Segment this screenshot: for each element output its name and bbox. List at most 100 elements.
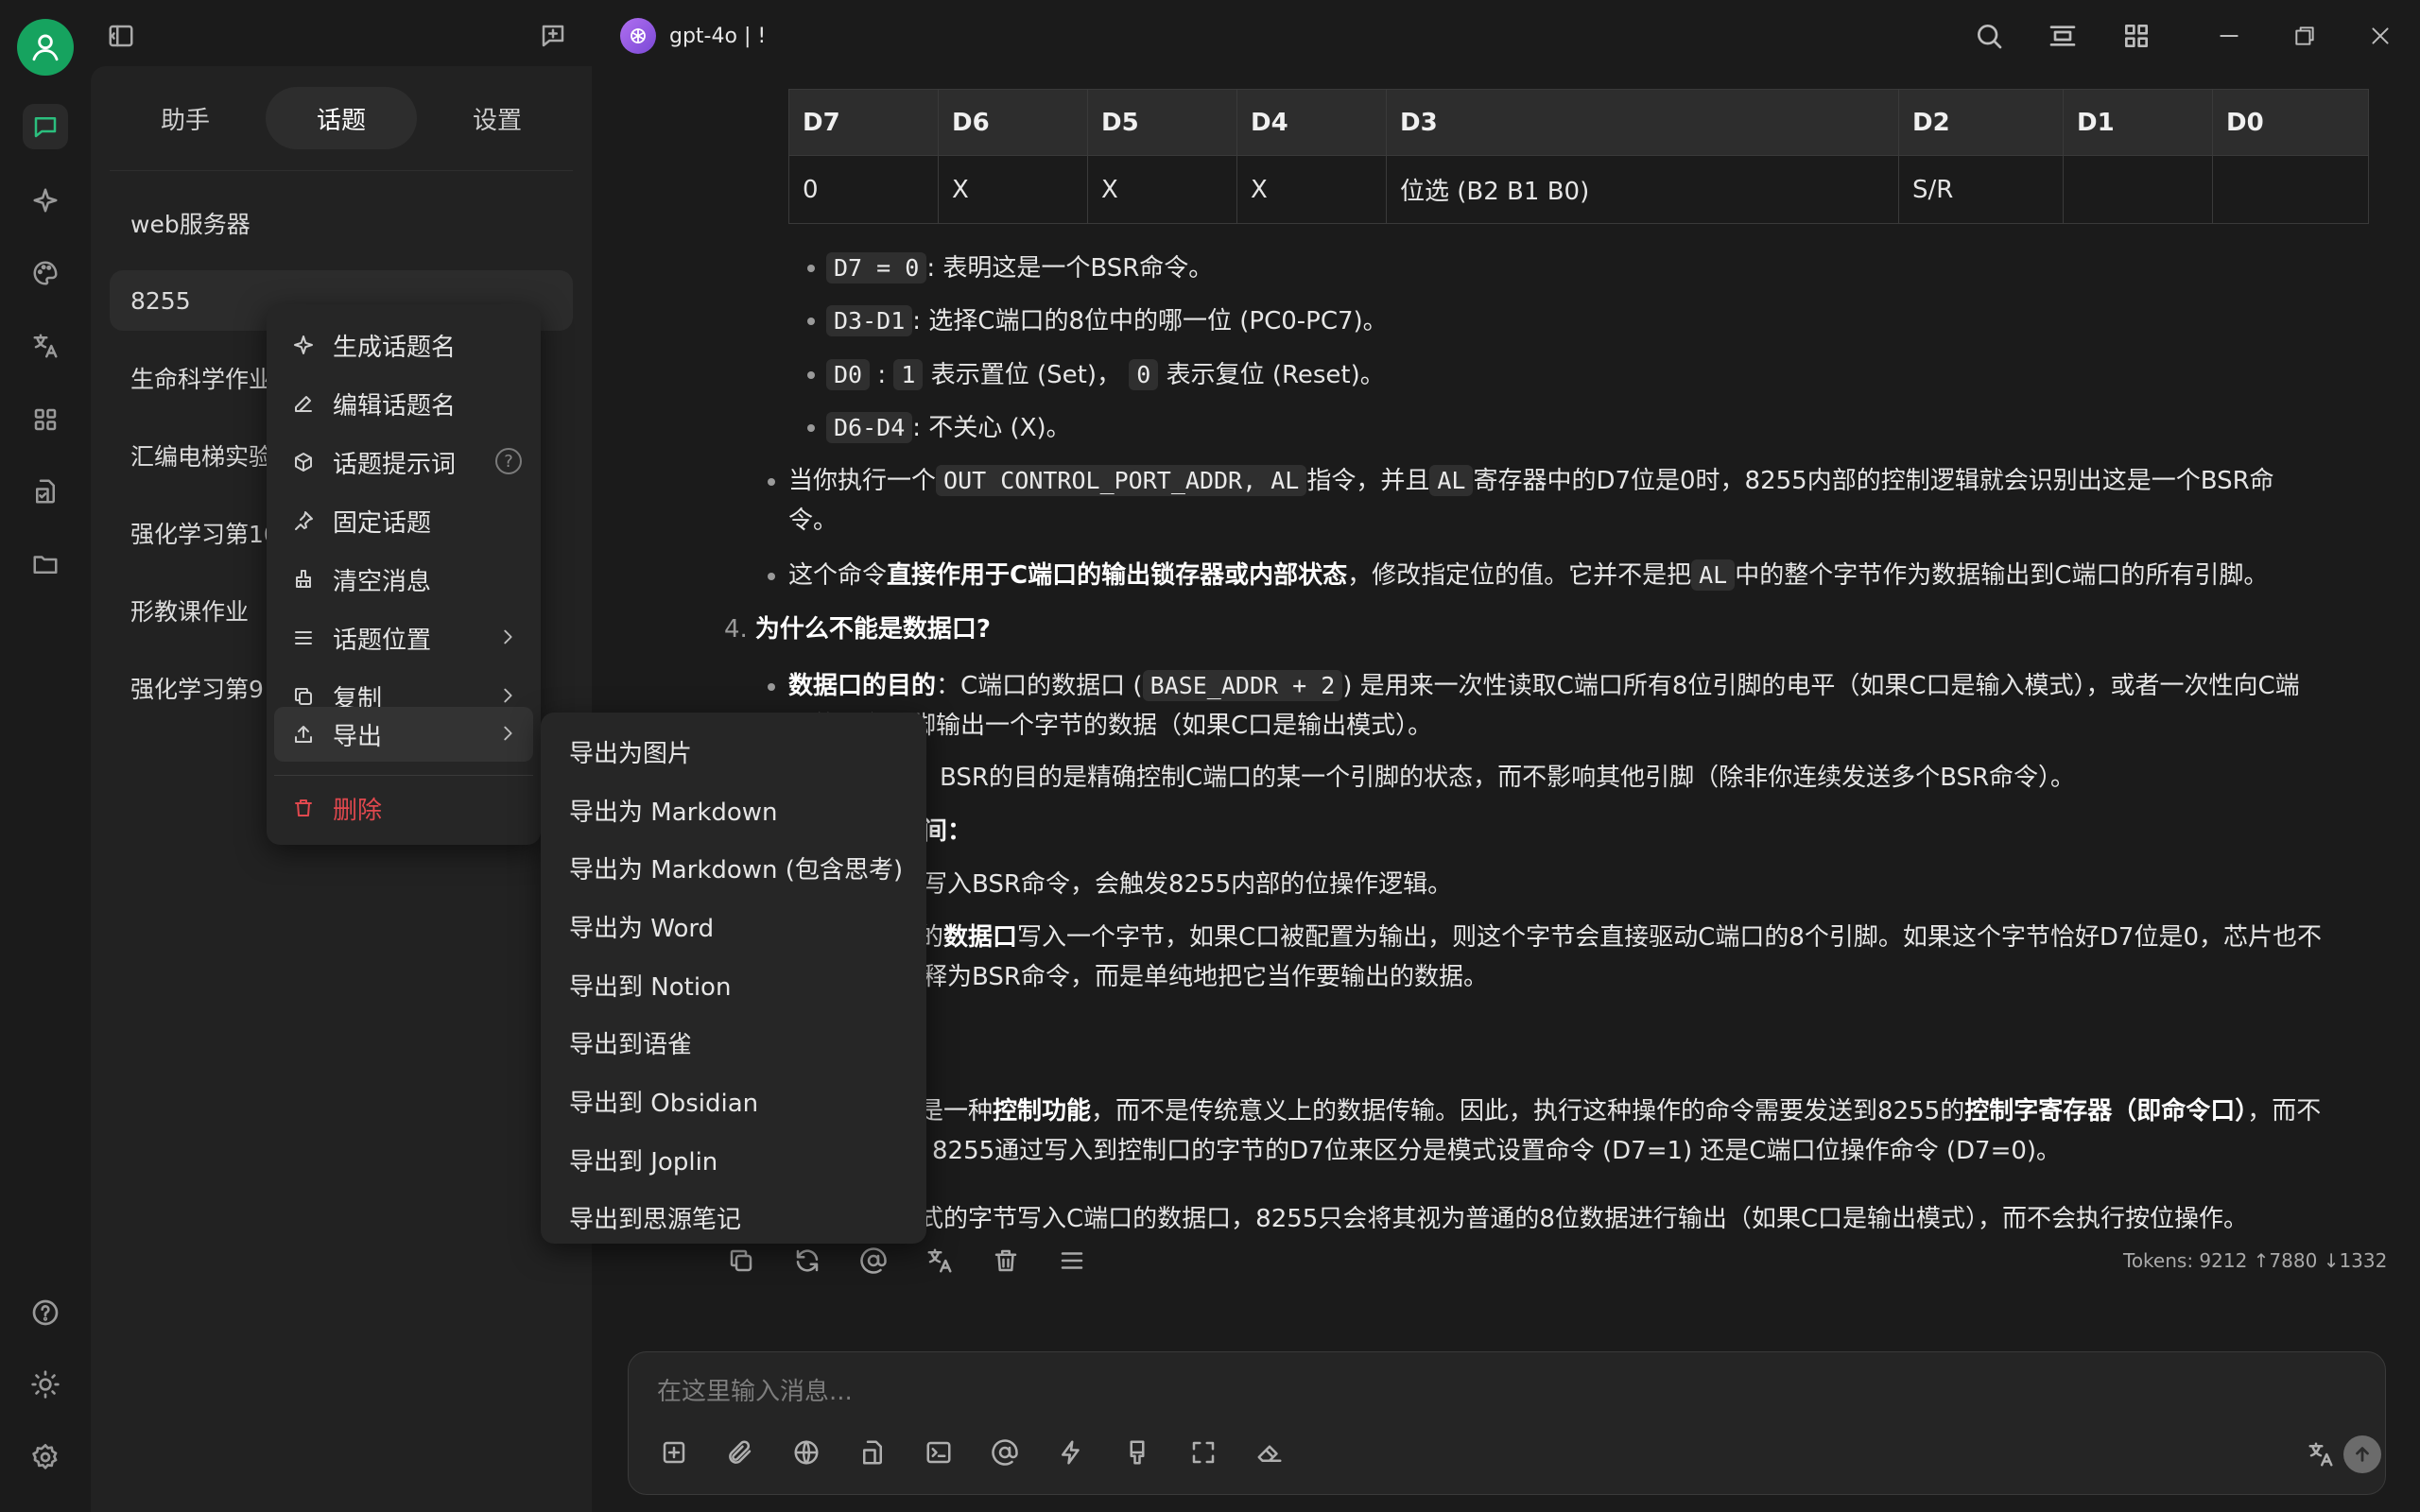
menu-item-label: 编辑话题名	[333, 391, 457, 421]
menu-item-generate-name[interactable]: 生成话题名	[274, 318, 533, 372]
table-cell	[2212, 155, 2369, 224]
terminal-icon[interactable]	[920, 1434, 958, 1471]
paragraph: 间：	[923, 817, 973, 846]
bullet	[768, 478, 775, 486]
chat-icon[interactable]	[23, 104, 68, 149]
menu-item-label: 固定话题	[333, 508, 432, 538]
minimize-icon[interactable]	[2210, 17, 2248, 55]
copy-icon	[291, 684, 316, 709]
apps-icon[interactable]	[23, 397, 68, 442]
knowledge-icon[interactable]	[854, 1434, 891, 1471]
translate-icon[interactable]	[23, 323, 68, 369]
menu-item-label: 导出	[333, 722, 383, 751]
close-icon[interactable]	[2361, 17, 2399, 55]
mention-icon[interactable]	[986, 1434, 1024, 1471]
message-input[interactable]	[655, 1371, 2262, 1413]
translate-icon[interactable]	[923, 1244, 957, 1278]
help-icon[interactable]	[23, 1290, 68, 1335]
menu-item-clear-messages[interactable]: 清空消息	[274, 552, 533, 607]
menu-item-pin-topic[interactable]: 固定话题	[274, 493, 533, 548]
menu-item-topic-prompt[interactable]: 话题提示词 ?	[274, 435, 533, 490]
copy-icon[interactable]	[724, 1244, 758, 1278]
export-image[interactable]: 导出为图片	[548, 724, 919, 779]
settings-icon[interactable]	[23, 1435, 68, 1480]
topic-context-menu: 生成话题名 编辑话题名 话题提示词 ? 固定话题 清空消息 话题位置 复制 导出…	[267, 304, 541, 845]
export-siyuan[interactable]: 导出到思源笔记	[548, 1190, 919, 1245]
layout-icon[interactable]	[2044, 17, 2082, 55]
table-header: D1	[2063, 89, 2213, 156]
bullet	[807, 371, 815, 379]
table-header: D3	[1386, 89, 1899, 156]
menu-divider	[274, 775, 533, 776]
regenerate-icon[interactable]	[790, 1244, 824, 1278]
table-header: D2	[1898, 89, 2064, 156]
bullet-text: D3-D1: 选择C端口的8位中的哪一位 (PC0-PC7)。	[826, 301, 1388, 341]
mention-icon[interactable]	[856, 1244, 890, 1278]
fullscreen-icon[interactable]	[1184, 1434, 1222, 1471]
message-composer	[628, 1351, 2386, 1495]
export-notion[interactable]: 导出到 Notion	[548, 957, 919, 1012]
tab-settings[interactable]: 设置	[422, 87, 573, 149]
search-icon[interactable]	[1970, 17, 2008, 55]
paragraph: 写入BSR命令，会触发8255内部的位操作逻辑。	[923, 870, 1453, 899]
trash-icon[interactable]	[989, 1244, 1023, 1278]
send-button[interactable]	[2343, 1435, 2381, 1473]
export-obsidian[interactable]: 导出到 Obsidian	[548, 1074, 919, 1128]
attachment-icon[interactable]	[721, 1434, 759, 1471]
menu-item-topic-position[interactable]: 话题位置	[274, 610, 533, 665]
menu-item-edit-name[interactable]: 编辑话题名	[274, 376, 533, 431]
theme-icon[interactable]	[23, 1362, 68, 1407]
bullet-text: D7 = 0: 表明这是一个BSR命令。	[826, 249, 1213, 288]
menu-item-delete[interactable]: 删除	[274, 781, 533, 835]
topic-item[interactable]: web服务器	[110, 193, 573, 253]
sidebar-toggle-icon[interactable]	[104, 19, 138, 53]
export-yuque[interactable]: 导出到语雀	[548, 1015, 919, 1070]
restore-icon[interactable]	[2286, 17, 2324, 55]
tabs-divider	[110, 170, 573, 171]
sparkle-icon[interactable]	[23, 178, 68, 223]
user-avatar-icon[interactable]	[17, 19, 74, 76]
web-search-icon[interactable]	[787, 1434, 825, 1471]
new-topic-icon[interactable]	[655, 1434, 693, 1471]
eraser-icon[interactable]	[1251, 1434, 1288, 1471]
palette-icon[interactable]	[23, 250, 68, 296]
paragraph: 的数据口写入一个字节，如果C口被配置为输出，则这个字节会直接驱动C端口的8个引脚…	[919, 923, 2322, 952]
composer-tools	[655, 1434, 1288, 1471]
menu-icon[interactable]	[1055, 1244, 1089, 1278]
file-check-icon[interactable]	[23, 469, 68, 514]
table-cell	[2063, 155, 2213, 224]
export-submenu: 导出为图片 导出为 Markdown 导出为 Markdown (包含思考) 导…	[541, 713, 926, 1244]
export-markdown[interactable]: 导出为 Markdown	[548, 782, 919, 837]
export-joplin[interactable]: 导出到 Joplin	[548, 1132, 919, 1187]
paragraph: BSR的目的是精确控制C端口的某一个引脚的状态，而不影响其他引脚（除非你连续发送…	[940, 764, 2076, 792]
table-cell: 位选 (B2 B1 B0)	[1386, 155, 1899, 224]
export-word[interactable]: 导出为 Word	[548, 899, 919, 954]
model-selector[interactable]: gpt-4o | !	[620, 17, 766, 55]
tab-topics[interactable]: 话题	[266, 87, 417, 149]
folder-icon[interactable]	[23, 541, 68, 587]
grid-icon[interactable]	[2118, 17, 2155, 55]
register-table: D7 D6 D5 D4 D3 D2 D1 D0 0 X X X 位选 (B2 B…	[788, 89, 2369, 224]
table-cell: X	[1236, 155, 1387, 224]
model-name: gpt-4o | !	[669, 24, 767, 48]
brush-icon[interactable]	[1118, 1434, 1156, 1471]
tab-assistant[interactable]: 助手	[110, 87, 261, 149]
menu-item-label: 删除	[333, 796, 383, 825]
table-row: 0 X X X 位选 (B2 B1 B0) S/R	[788, 155, 2369, 224]
bullet-text: D6-D4: 不关心 (X)。	[826, 408, 1071, 448]
bullet	[807, 265, 815, 272]
help-icon[interactable]: ?	[495, 448, 522, 474]
lightning-icon[interactable]	[1052, 1434, 1090, 1471]
table-cell: X	[938, 155, 1088, 224]
new-topic-icon[interactable]	[534, 17, 572, 55]
translate-icon[interactable]	[2302, 1435, 2340, 1473]
chevron-right-icon	[497, 685, 518, 706]
table-cell: S/R	[1898, 155, 2064, 224]
bullet	[807, 318, 815, 325]
table-header: D7	[788, 89, 939, 156]
paragraph: 这个命令直接作用于C端口的输出锁存器或内部状态，修改指定位的值。它并不是把 AL 中…	[788, 559, 2269, 591]
top-bar: gpt-4o | !	[592, 0, 2420, 74]
export-markdown-thinking[interactable]: 导出为 Markdown (包含思考)	[548, 840, 919, 895]
menu-item-export[interactable]: 导出	[274, 707, 533, 762]
broom-icon	[291, 567, 316, 592]
